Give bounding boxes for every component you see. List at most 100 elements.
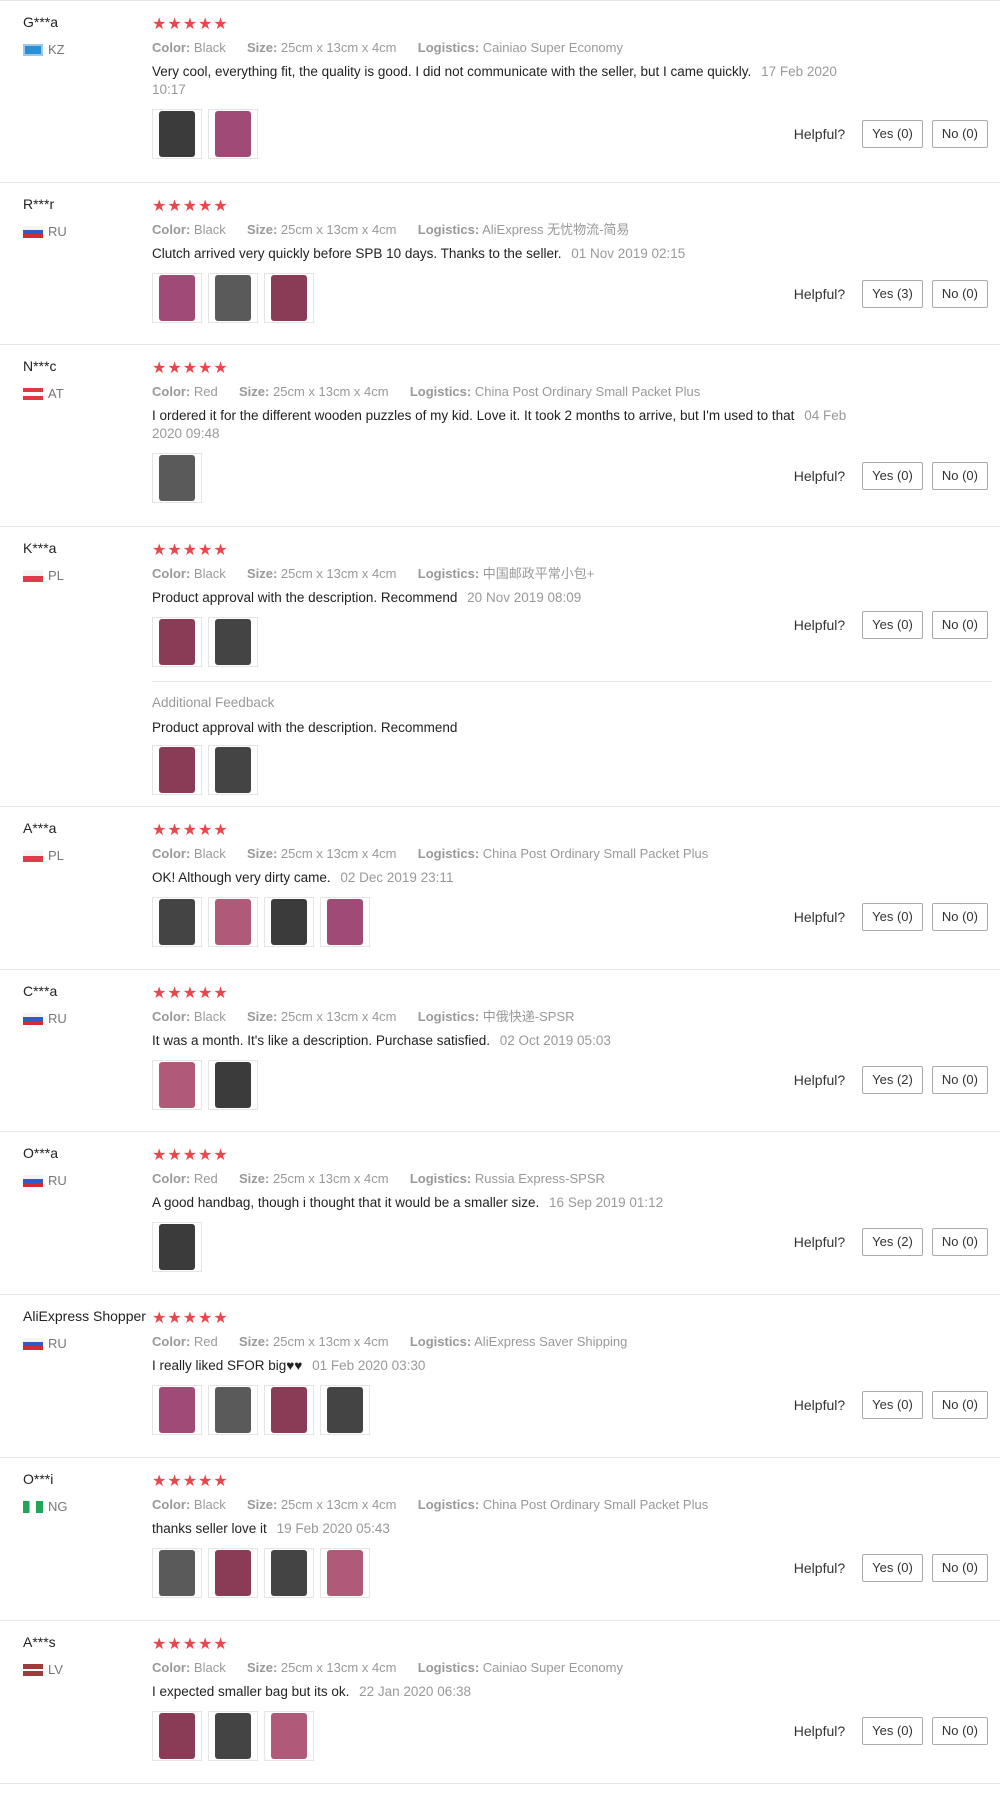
review-photo-thumbnail[interactable]: [208, 1060, 258, 1110]
helpful-label: Helpful?: [793, 286, 846, 302]
country-code: RU: [48, 1173, 67, 1188]
vote-no-button[interactable]: No (0): [931, 1066, 988, 1094]
vote-yes-button[interactable]: Yes (0): [862, 1717, 923, 1745]
vote-no-button[interactable]: No (0): [931, 903, 988, 931]
review-photo-thumbnail[interactable]: [320, 1385, 370, 1435]
review-photo-thumbnail[interactable]: [152, 1060, 202, 1110]
size-label: Size:: [246, 1660, 278, 1675]
reviewer-info: G***a KZ: [23, 14, 153, 57]
vote-no-button[interactable]: No (0): [931, 1228, 988, 1256]
review-photo-thumbnail[interactable]: [208, 109, 258, 159]
vote-yes-button[interactable]: Yes (0): [862, 1554, 923, 1582]
helpful-vote: Helpful? Yes (3) No (0): [794, 280, 988, 308]
review-content: Product approval with the description. R…: [152, 590, 458, 605]
size-label: Size:: [246, 1009, 278, 1024]
photo-image: [215, 747, 251, 793]
vote-yes-button[interactable]: Yes (0): [862, 1391, 923, 1419]
review-photo-thumbnail[interactable]: [320, 897, 370, 947]
helpful-label: Helpful?: [793, 1234, 846, 1250]
review-text: thanks seller love it 19 Feb 2020 05:43: [152, 1520, 872, 1538]
vote-yes-button[interactable]: Yes (2): [862, 1228, 923, 1256]
vote-no-button[interactable]: No (0): [931, 1391, 988, 1419]
review-date: 16 Sep 2019 01:12: [549, 1195, 664, 1210]
vote-yes-button[interactable]: Yes (2): [862, 1066, 923, 1094]
star-rating: ★★★★★: [152, 198, 229, 215]
review-photo-thumbnail[interactable]: [152, 1548, 202, 1598]
review-photo-thumbnail[interactable]: [152, 617, 202, 667]
size-value: 25cm x 13cm x 4cm: [272, 384, 389, 399]
vote-yes-button[interactable]: Yes (0): [862, 611, 923, 639]
review-photo-thumbnail[interactable]: [152, 745, 202, 795]
review-date: 01 Feb 2020 03:30: [312, 1358, 426, 1373]
review-date: 02 Oct 2019 05:03: [499, 1033, 611, 1048]
review-photo-thumbnail[interactable]: [208, 273, 258, 323]
review-photo-thumbnail[interactable]: [208, 1711, 258, 1761]
vote-no-button[interactable]: No (0): [931, 1554, 988, 1582]
helpful-label: Helpful?: [793, 1560, 846, 1576]
logistics-value: China Post Ordinary Small Packet Plus: [482, 1497, 709, 1512]
review-photo-thumbnail[interactable]: [264, 897, 314, 947]
reviewer-name: N***c: [23, 358, 57, 374]
reviewer-name: G***a: [23, 14, 59, 30]
reviewer-name: O***i: [23, 1471, 54, 1487]
color-label: Color:: [152, 1334, 191, 1349]
photo-image: [159, 275, 195, 321]
review-photo-thumbnail[interactable]: [152, 897, 202, 947]
vote-no-button[interactable]: No (0): [931, 462, 988, 490]
logistics-value: 中俄快递-SPSR: [482, 1009, 575, 1024]
order-attributes: Color: Black Size: 25cm x 13cm x 4cm Log…: [152, 565, 1000, 583]
review-photo-thumbnail[interactable]: [264, 1385, 314, 1435]
star-rating: ★★★★★: [152, 542, 229, 559]
review-photo-thumbnail[interactable]: [208, 1385, 258, 1435]
vote-yes-button[interactable]: Yes (3): [862, 280, 923, 308]
review-photo-thumbnail[interactable]: [264, 1711, 314, 1761]
vote-no-button[interactable]: No (0): [931, 1717, 988, 1745]
photo-image: [215, 111, 251, 157]
vote-yes-button[interactable]: Yes (0): [862, 903, 923, 931]
country-flag-icon: [23, 387, 43, 400]
helpful-vote: Helpful? Yes (0) No (0): [794, 903, 988, 931]
country-flag-icon: [23, 43, 43, 56]
vote-yes-button[interactable]: Yes (0): [862, 120, 923, 148]
photo-image: [215, 1062, 251, 1108]
reviewer-name: K***a: [23, 540, 57, 556]
review-text: It was a month. It's like a description.…: [152, 1032, 872, 1050]
reviewer-country: NG: [23, 1499, 153, 1514]
review-photo-thumbnail[interactable]: [152, 1385, 202, 1435]
review-content: It was a month. It's like a description.…: [152, 1033, 490, 1048]
logistics-value: Cainiao Super Economy: [482, 1660, 623, 1675]
review-photo-thumbnail[interactable]: [264, 273, 314, 323]
review-photo-thumbnail[interactable]: [208, 897, 258, 947]
color-label: Color:: [152, 40, 191, 55]
review-date: 22 Jan 2020 06:38: [359, 1684, 471, 1699]
size-value: 25cm x 13cm x 4cm: [280, 40, 397, 55]
photo-image: [159, 619, 195, 665]
review-item: G***a KZ ★★★★★ Color: Black Size: 25cm x…: [0, 1, 1000, 183]
country-code: AT: [48, 386, 64, 401]
vote-yes-button[interactable]: Yes (0): [862, 462, 923, 490]
vote-no-button[interactable]: No (0): [931, 120, 988, 148]
color-label: Color:: [152, 384, 191, 399]
review-photo-thumbnail[interactable]: [152, 109, 202, 159]
review-photo-thumbnail[interactable]: [152, 1711, 202, 1761]
review-photo-thumbnail[interactable]: [152, 273, 202, 323]
color-label: Color:: [152, 222, 191, 237]
vote-no-button[interactable]: No (0): [931, 280, 988, 308]
helpful-label: Helpful?: [793, 1397, 846, 1413]
country-code: RU: [48, 1011, 67, 1026]
review-photo-thumbnail[interactable]: [208, 745, 258, 795]
star-rating: ★★★★★: [152, 1310, 229, 1327]
review-photo-thumbnail[interactable]: [152, 1222, 202, 1272]
review-date: 02 Dec 2019 23:11: [340, 870, 454, 885]
review-photo-thumbnail[interactable]: [208, 617, 258, 667]
vote-no-button[interactable]: No (0): [931, 611, 988, 639]
review-photo-thumbnail[interactable]: [208, 1548, 258, 1598]
size-value: 25cm x 13cm x 4cm: [280, 222, 397, 237]
helpful-label: Helpful?: [793, 909, 846, 925]
review-photo-thumbnail[interactable]: [320, 1548, 370, 1598]
review-photo-thumbnail[interactable]: [264, 1548, 314, 1598]
photo-image: [159, 455, 195, 501]
helpful-label: Helpful?: [793, 1723, 846, 1739]
review-photo-thumbnail[interactable]: [152, 453, 202, 503]
photo-image: [159, 899, 195, 945]
